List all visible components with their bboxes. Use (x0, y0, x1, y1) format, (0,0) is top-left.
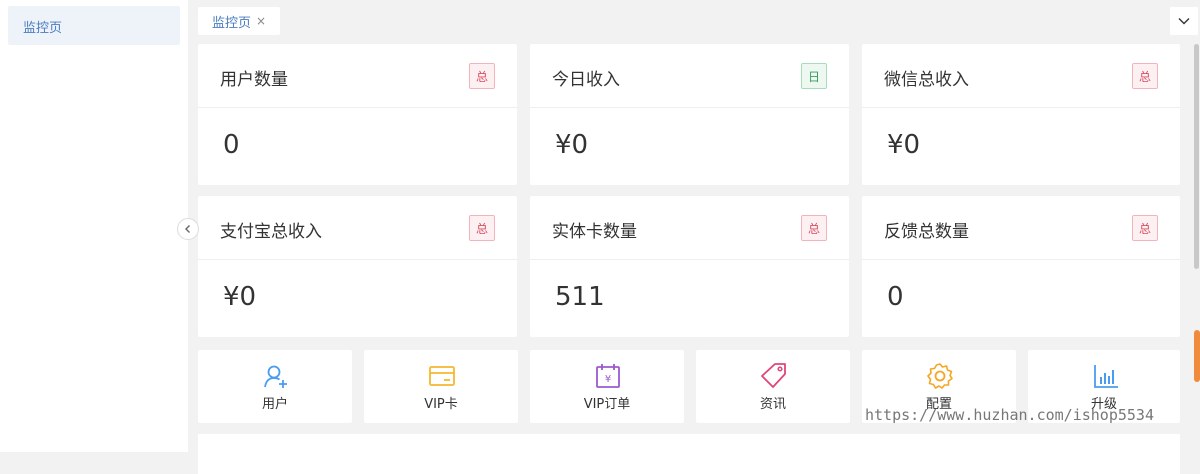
main-content: 监控页 × 用户数量 总 0 今日收入 日 ¥0 微信总收入 总 ¥0 支付宝总… (188, 0, 1200, 474)
tab-monitor[interactable]: 监控页 × (198, 7, 280, 35)
stat-card-feedback: 反馈总数量 总 0 (862, 196, 1180, 337)
total-badge: 总 (1132, 63, 1158, 89)
sidebar-item-monitor[interactable]: 监控页 (8, 6, 180, 45)
quick-link-vip-orders[interactable]: ¥ VIP订单 (530, 350, 684, 423)
card-value: 0 (223, 130, 240, 160)
chevron-down-icon (1178, 18, 1190, 25)
stat-card-today-income: 今日收入 日 ¥0 (530, 44, 849, 185)
scrollbar-thumb[interactable] (1194, 44, 1199, 269)
gear-icon (927, 363, 953, 389)
quick-link-label: VIP订单 (583, 397, 631, 412)
total-badge: 总 (469, 63, 495, 89)
bar-chart-icon (1094, 365, 1118, 388)
quick-link-vip-card[interactable]: VIP卡 (364, 350, 518, 423)
tab-bar: 监控页 × (188, 0, 1200, 40)
total-badge: 总 (1132, 215, 1158, 241)
user-add-icon (264, 365, 287, 388)
card-title: 今日收入 (552, 70, 620, 90)
quick-link-label: 用户 (261, 397, 288, 412)
chevron-left-icon (185, 225, 190, 233)
stat-card-physical-cards: 实体卡数量 总 511 (530, 196, 849, 337)
quick-link-users[interactable]: 用户 (198, 350, 352, 423)
scroll-indicator[interactable] (1194, 330, 1200, 382)
card-header: 实体卡数量 总 (530, 196, 849, 260)
card-value: ¥0 (223, 282, 257, 312)
card-value: 0 (887, 282, 904, 312)
card-title: 支付宝总收入 (220, 222, 322, 242)
card-header: 反馈总数量 总 (862, 196, 1180, 260)
card-title: 微信总收入 (884, 70, 969, 90)
card-title: 反馈总数量 (884, 222, 969, 242)
card-value: ¥0 (555, 130, 589, 160)
tab-label: 监控页 (212, 15, 252, 31)
watermark-text: https://www.huzhan.com/ishop5534 (865, 406, 1154, 424)
tag-icon (761, 363, 786, 388)
quick-link-news[interactable]: 资讯 (696, 350, 850, 423)
order-icon: ¥ (596, 364, 620, 388)
sidebar: 监控页 (0, 0, 188, 452)
close-icon[interactable]: × (256, 14, 266, 28)
bottom-panel (198, 434, 1180, 474)
total-badge: 总 (801, 215, 827, 241)
sidebar-item-label: 监控页 (23, 21, 63, 36)
card-title: 实体卡数量 (552, 222, 637, 242)
stat-card-wechat-income: 微信总收入 总 ¥0 (862, 44, 1180, 185)
card-title: 用户数量 (220, 70, 288, 90)
card-header: 微信总收入 总 (862, 44, 1180, 108)
quick-link-label: 资讯 (759, 397, 786, 412)
stat-card-users: 用户数量 总 0 (198, 44, 517, 185)
card-icon (429, 366, 455, 386)
card-value: 511 (555, 282, 605, 312)
card-header: 支付宝总收入 总 (198, 196, 517, 260)
total-badge: 总 (469, 215, 495, 241)
svg-text:¥: ¥ (605, 374, 611, 385)
card-value: ¥0 (887, 130, 921, 160)
card-header: 今日收入 日 (530, 44, 849, 108)
collapse-sidebar-button[interactable] (177, 218, 199, 240)
quick-link-label: VIP卡 (424, 397, 458, 412)
tabs-dropdown-button[interactable] (1170, 7, 1198, 35)
daily-badge: 日 (801, 63, 827, 89)
stat-card-alipay-income: 支付宝总收入 总 ¥0 (198, 196, 517, 337)
card-header: 用户数量 总 (198, 44, 517, 108)
